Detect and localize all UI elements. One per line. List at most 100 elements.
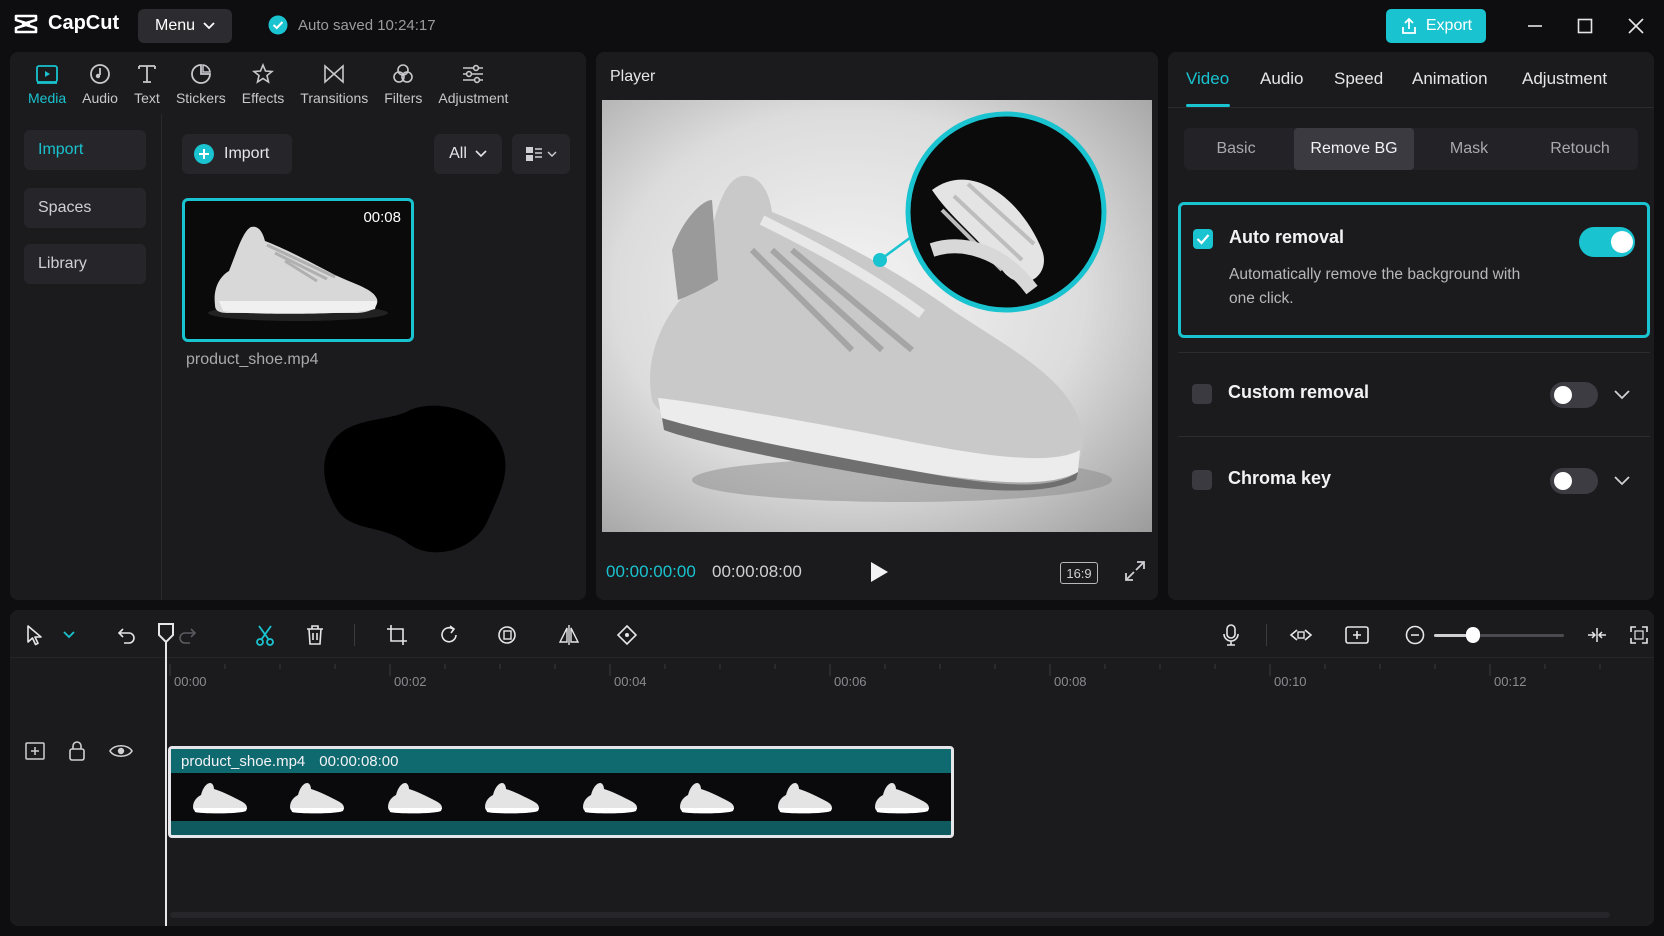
tab-video[interactable]: Video: [1186, 69, 1229, 89]
auto-removal-checkbox[interactable]: [1193, 229, 1213, 249]
custom-removal-toggle[interactable]: [1550, 382, 1598, 408]
zoom-slider-handle[interactable]: [1466, 627, 1480, 643]
tab-text[interactable]: Text: [126, 52, 168, 114]
chevron-down-icon[interactable]: [1614, 390, 1630, 400]
split-button[interactable]: [252, 622, 278, 648]
check-circle-icon: [268, 15, 288, 35]
nav-label: Library: [38, 255, 87, 272]
subtab-basic[interactable]: Basic: [1184, 128, 1288, 170]
filter-dropdown[interactable]: All: [434, 134, 502, 174]
media-item-thumbnail[interactable]: 00:08: [182, 198, 414, 342]
select-mode-dropdown[interactable]: [56, 622, 82, 648]
rotate-button[interactable]: [436, 622, 462, 648]
undo-icon: [117, 628, 135, 644]
tab-animation[interactable]: Animation: [1412, 69, 1488, 89]
zoom-fit-button[interactable]: [1584, 622, 1610, 648]
aspect-ratio-button[interactable]: 16:9: [1060, 562, 1098, 584]
auto-removal-description: Automatically remove the background with…: [1229, 266, 1521, 307]
timeline-panel: 00:00 00:02 00:04 00:06 00:08 00:10 00:1…: [10, 610, 1654, 926]
mirror-button[interactable]: [556, 622, 582, 648]
expand-icon: [1630, 626, 1648, 644]
tab-audio-props[interactable]: Audio: [1260, 69, 1303, 89]
shoe-frame-thumbnail: [290, 783, 345, 814]
shoe-frame-thumbnail: [387, 783, 442, 814]
minimize-button[interactable]: [1518, 10, 1552, 42]
crop-button[interactable]: [384, 622, 410, 648]
track-cover-button[interactable]: [22, 738, 48, 764]
undo-button[interactable]: [114, 622, 140, 648]
fit-icon: [1588, 628, 1606, 642]
crop-icon: [387, 625, 407, 645]
app-logo: CapCut: [14, 12, 119, 35]
chroma-key-toggle[interactable]: [1550, 468, 1598, 494]
minimize-icon: [1528, 25, 1542, 27]
track-lock-button[interactable]: [64, 738, 90, 764]
play-button[interactable]: [868, 560, 890, 584]
tab-label: Text: [134, 89, 160, 106]
timeline-toolbar: [10, 610, 1654, 658]
video-preview[interactable]: [602, 100, 1152, 532]
toolbar-separator: [1266, 624, 1267, 646]
tab-filters[interactable]: Filters: [376, 52, 430, 114]
fullscreen-button[interactable]: [1124, 560, 1146, 582]
playhead-handle[interactable]: [157, 622, 175, 644]
tab-speed[interactable]: Speed: [1334, 69, 1383, 89]
cursor-icon: [27, 625, 42, 646]
select-tool-button[interactable]: [22, 622, 48, 648]
tab-media[interactable]: Media: [20, 52, 74, 114]
link-clips-button[interactable]: [1288, 622, 1314, 648]
subtab-retouch[interactable]: Retouch: [1524, 128, 1636, 170]
tab-effects[interactable]: Effects: [234, 52, 293, 114]
shoe-frame-thumbnail: [485, 783, 540, 814]
tab-label: Effects: [241, 89, 285, 106]
subtab-mask[interactable]: Mask: [1418, 128, 1520, 170]
delete-button[interactable]: [302, 622, 328, 648]
media-tabs: Media Audio Text Stickers Effects Transi…: [10, 52, 586, 114]
media-item-duration: 00:08: [363, 209, 401, 226]
title-bar: CapCut Menu Auto saved 10:24:17 Export: [0, 0, 1664, 52]
redo-button[interactable]: [174, 622, 200, 648]
nav-item-import[interactable]: Import: [24, 130, 146, 170]
ruler-label: 00:08: [1054, 674, 1087, 689]
tab-adjustment-props[interactable]: Adjustment: [1522, 69, 1607, 89]
chevron-down-icon[interactable]: [1614, 476, 1630, 486]
import-button[interactable]: Import: [182, 134, 292, 174]
timeline-scrollbar[interactable]: [170, 912, 1610, 918]
view-mode-toggle[interactable]: [512, 134, 570, 174]
toggle-knob: [1554, 472, 1572, 490]
timeline-ruler[interactable]: [10, 658, 1654, 698]
menu-button[interactable]: Menu: [138, 9, 232, 43]
custom-removal-checkbox[interactable]: [1192, 384, 1212, 404]
media-icon: [34, 61, 60, 87]
record-audio-button[interactable]: [1218, 622, 1244, 648]
custom-removal-title: Custom removal: [1228, 382, 1370, 402]
insert-clip-button[interactable]: [1344, 622, 1370, 648]
clip-filename: product_shoe.mp4: [181, 752, 306, 770]
nav-item-library[interactable]: Library: [24, 244, 146, 284]
autosave-status: Auto saved 10:24:17: [268, 15, 436, 35]
video-clip[interactable]: product_shoe.mp4 00:00:08:00: [168, 746, 954, 838]
track-visibility-button[interactable]: [108, 738, 134, 764]
tab-stickers[interactable]: Stickers: [168, 52, 234, 114]
ruler-label: 00:04: [614, 674, 647, 689]
auto-removal-toggle[interactable]: [1579, 227, 1635, 257]
close-button[interactable]: [1619, 10, 1653, 42]
maximize-button[interactable]: [1568, 10, 1602, 42]
tab-transitions[interactable]: Transitions: [292, 52, 376, 114]
subtab-remove-bg[interactable]: Remove BG: [1294, 128, 1414, 170]
nav-item-spaces[interactable]: Spaces: [24, 188, 146, 228]
divider: [1178, 436, 1650, 437]
zoom-out-button[interactable]: [1402, 622, 1428, 648]
insert-icon: [1345, 626, 1369, 644]
upload-icon: [1401, 17, 1416, 34]
tab-audio[interactable]: Audio: [74, 52, 126, 114]
tab-adjustment[interactable]: Adjustment: [430, 52, 516, 114]
timeline-fullscreen-button[interactable]: [1626, 622, 1652, 648]
chevron-down-icon: [475, 150, 487, 158]
player-panel: Player 00:00:00:00 00:00:08:00 16:9: [596, 52, 1158, 600]
transform-button[interactable]: [614, 622, 640, 648]
chroma-key-checkbox[interactable]: [1192, 470, 1212, 490]
properties-panel: Video Audio Speed Animation Adjustment B…: [1168, 52, 1654, 600]
freeze-frame-button[interactable]: [494, 622, 520, 648]
export-button[interactable]: Export: [1386, 9, 1486, 43]
